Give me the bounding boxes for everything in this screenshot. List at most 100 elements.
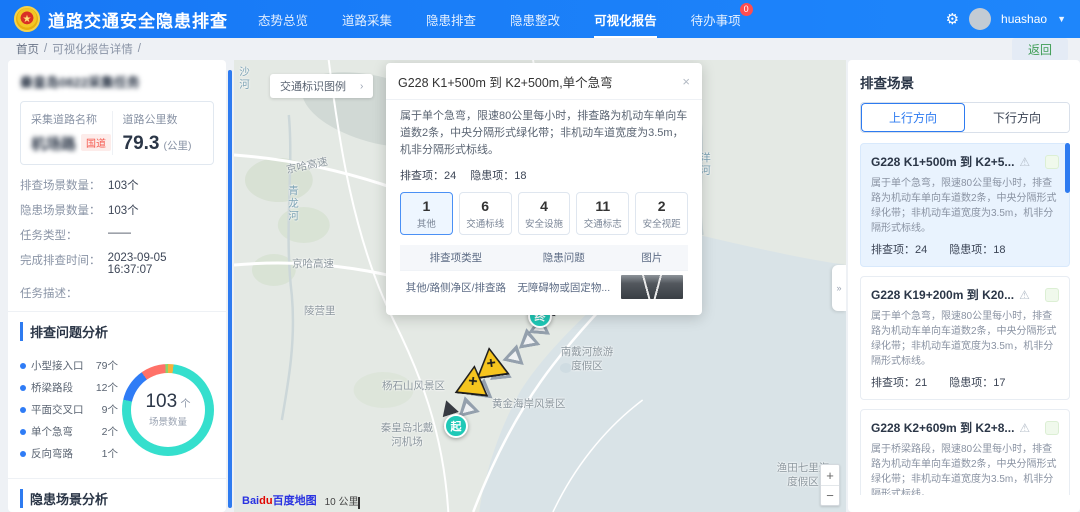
scene-card-description: 属于单个急弯，限速80公里每小时，排查路为机动车单向车道数2条，中央分隔形式绿化…	[871, 309, 1059, 369]
legend-item: 平面交叉口9个	[20, 402, 118, 417]
user-avatar[interactable]	[969, 8, 991, 30]
breadcrumb-separator: /	[138, 43, 141, 55]
table-row: 其他/路侧净区/排查路 无障碍物或固定物...	[400, 271, 688, 304]
breadcrumb: 首页 / 可视化报告详情 / 返回	[0, 38, 1080, 60]
stat-box-other[interactable]: 1其他	[400, 192, 453, 235]
tab-downstream[interactable]: 下行方向	[965, 103, 1069, 132]
road-km-value: 79.3	[123, 133, 160, 155]
traffic-sign-legend-button[interactable]: 交通标识图例 ›	[270, 74, 373, 98]
road-name-value: 机场路	[31, 133, 76, 154]
table-cell-type: 其他/路侧净区/排查路	[400, 271, 512, 304]
scene-list-panel: 排查场景 上行方向 下行方向 G228 K1+500m 到 K2+5... ⚠ …	[848, 60, 1080, 512]
warning-triangle-icon: ⚠	[1019, 288, 1030, 302]
legend-dot	[20, 407, 26, 413]
legend-dot	[20, 429, 26, 435]
popup-close-icon[interactable]: ×	[682, 74, 690, 89]
stat-hazard-scene-count: 隐患场景数量： 103个	[20, 202, 214, 218]
stat-completion-time: 完成排查时间： 2023-09-05 16:37:07	[20, 252, 214, 276]
legend-button-label: 交通标识图例	[280, 78, 346, 94]
map-label-town: 陵营里	[304, 303, 336, 318]
scene-check-count: 排查项：21	[871, 374, 927, 390]
popup-description: 属于单个急弯，限速80公里每小时，排查路为机动车单向车道数2条，中央分隔形式绿化…	[400, 108, 688, 159]
map-label-resort: 南戴河旅游度假区	[556, 346, 618, 373]
legend-item: 反向弯路1个	[20, 446, 118, 461]
nav-item-todo-label: 待办事项	[691, 10, 741, 29]
legend-dot	[20, 451, 26, 457]
nav-item-visual-report[interactable]: 可视化报告	[594, 0, 657, 38]
back-button[interactable]: 返回	[1012, 38, 1068, 61]
map-label-river: 沙河	[237, 66, 252, 91]
stat-label: 排查场景数量：	[20, 177, 108, 193]
panel-collapse-handle[interactable]: »	[832, 265, 846, 311]
map-zoom-control: + −	[820, 464, 840, 506]
scene-card-description: 属于桥梁路段，限速80公里每小时，排查路为机动车单向车道数2条，中央分隔形式绿化…	[871, 442, 1059, 495]
scene-list-scrollbar[interactable]	[1065, 143, 1070, 193]
breadcrumb-current: 可视化报告详情	[52, 41, 133, 57]
scene-card[interactable]: G228 K19+200m 到 K20... ⚠ 属于单个急弯，限速80公里每小…	[860, 276, 1070, 400]
direction-tabs: 上行方向 下行方向	[860, 102, 1070, 133]
road-photo-thumbnail	[621, 275, 683, 299]
scene-checkbox[interactable]	[1045, 288, 1059, 302]
left-panel-scrollbar[interactable]	[228, 70, 232, 508]
stat-label: 隐患场景数量：	[20, 202, 108, 218]
scene-checkbox[interactable]	[1045, 155, 1059, 169]
scene-checkbox[interactable]	[1045, 421, 1059, 435]
table-header: 图片	[616, 245, 688, 271]
stat-value: 103个	[108, 177, 139, 193]
scene-hazard-count: 隐患项：18	[949, 241, 1005, 257]
warning-triangle-icon: ⚠	[1019, 421, 1030, 435]
app-title: 道路交通安全隐患排查	[48, 7, 228, 32]
scene-card[interactable]: G228 K1+500m 到 K2+5... ⚠ 属于单个急弯，限速80公里每小…	[860, 143, 1070, 267]
road-km-unit: (公里)	[163, 140, 191, 152]
popup-hazard-count: 隐患项：18	[470, 167, 526, 183]
map-label-coast: 黄金海岸风景区	[492, 396, 566, 411]
road-type-badge: 国道	[81, 134, 111, 151]
stat-label: 任务类型：	[20, 227, 108, 243]
zoom-in-button[interactable]: +	[821, 465, 839, 485]
nav-item-hazard-inspection[interactable]: 隐患排查	[426, 0, 476, 38]
stat-box-signs[interactable]: 11交通标志	[576, 192, 629, 235]
chevron-right-icon: ›	[360, 81, 363, 92]
scene-check-count: 排查项：24	[871, 241, 927, 257]
stat-box-sight-distance[interactable]: 2安全视距	[635, 192, 688, 235]
scene-card-list: G228 K1+500m 到 K2+5... ⚠ 属于单个急弯，限速80公里每小…	[860, 143, 1070, 495]
breadcrumb-home[interactable]: 首页	[16, 41, 39, 57]
stat-scene-count: 排查场景数量： 103个	[20, 177, 214, 193]
user-menu-chevron-icon[interactable]: ▼	[1057, 14, 1066, 24]
popup-check-count: 排查项：24	[400, 167, 456, 183]
stat-label: 任务描述：	[20, 285, 108, 301]
map-footer: Baidu百度地图 10 公里	[242, 492, 360, 508]
scene-card[interactable]: G228 K2+609m 到 K2+8... ⚠ 属于桥梁路段，限速80公里每小…	[860, 409, 1070, 495]
scene-card-title: G228 K1+500m 到 K2+5...	[871, 153, 1014, 170]
settings-gear-icon[interactable]: ⚙	[946, 10, 959, 28]
table-header: 排查项类型	[400, 245, 512, 271]
top-navbar: ★ 道路交通安全隐患排查 态势总览 道路采集 隐患排查 隐患整改 可视化报告 待…	[0, 0, 1080, 38]
problem-analysis-chart: 小型接入口79个 桥梁路段12个 平面交叉口9个 单个急弯2个 反向弯路1个 1…	[20, 351, 214, 468]
zoom-out-button[interactable]: −	[821, 485, 839, 505]
task-title: 秦皇岛0822采集任务	[20, 72, 214, 91]
scene-list-title: 排查场景	[860, 72, 1070, 92]
road-name-label: 采集道路名称	[31, 111, 112, 127]
stat-value: 2023-09-05 16:37:07	[108, 252, 214, 276]
legend-item: 小型接入口79个	[20, 358, 118, 373]
nav-item-road-collection[interactable]: 道路采集	[342, 0, 392, 38]
breadcrumb-separator: /	[44, 43, 47, 55]
stat-task-type: 任务类型： ——	[20, 227, 214, 243]
route-start-marker[interactable]: 起	[444, 414, 468, 438]
road-summary-card: 采集道路名称 机场路国道 道路公里数 79.3(公里)	[20, 101, 214, 165]
brand: ★ 道路交通安全隐患排查	[14, 0, 228, 38]
stat-label: 完成排查时间：	[20, 252, 108, 276]
stat-box-markings[interactable]: 6交通标线	[459, 192, 512, 235]
nav-item-todo[interactable]: 待办事项 0	[691, 0, 741, 38]
nav-item-hazard-rectification[interactable]: 隐患整改	[510, 0, 560, 38]
todo-count-badge: 0	[740, 3, 753, 16]
popup-title: G228 K1+500m 到 K2+500m,单个急弯	[398, 72, 613, 91]
legend-item: 桥梁路段12个	[20, 380, 118, 395]
nav-item-overview[interactable]: 态势总览	[258, 0, 308, 38]
map[interactable]: 沙河 京哈高速 青龙河 京哈高速 陵营里 杨石山风景区 秦皇岛北戴河机场 北戴河…	[234, 60, 846, 512]
stat-box-safety-facility[interactable]: 4安全设施	[518, 192, 571, 235]
map-label-scenic: 杨石山风景区	[382, 378, 445, 393]
tab-upstream[interactable]: 上行方向	[861, 103, 965, 132]
scene-card-title: G228 K2+609m 到 K2+8...	[871, 419, 1014, 436]
map-label-river: 青龙河	[286, 185, 301, 223]
